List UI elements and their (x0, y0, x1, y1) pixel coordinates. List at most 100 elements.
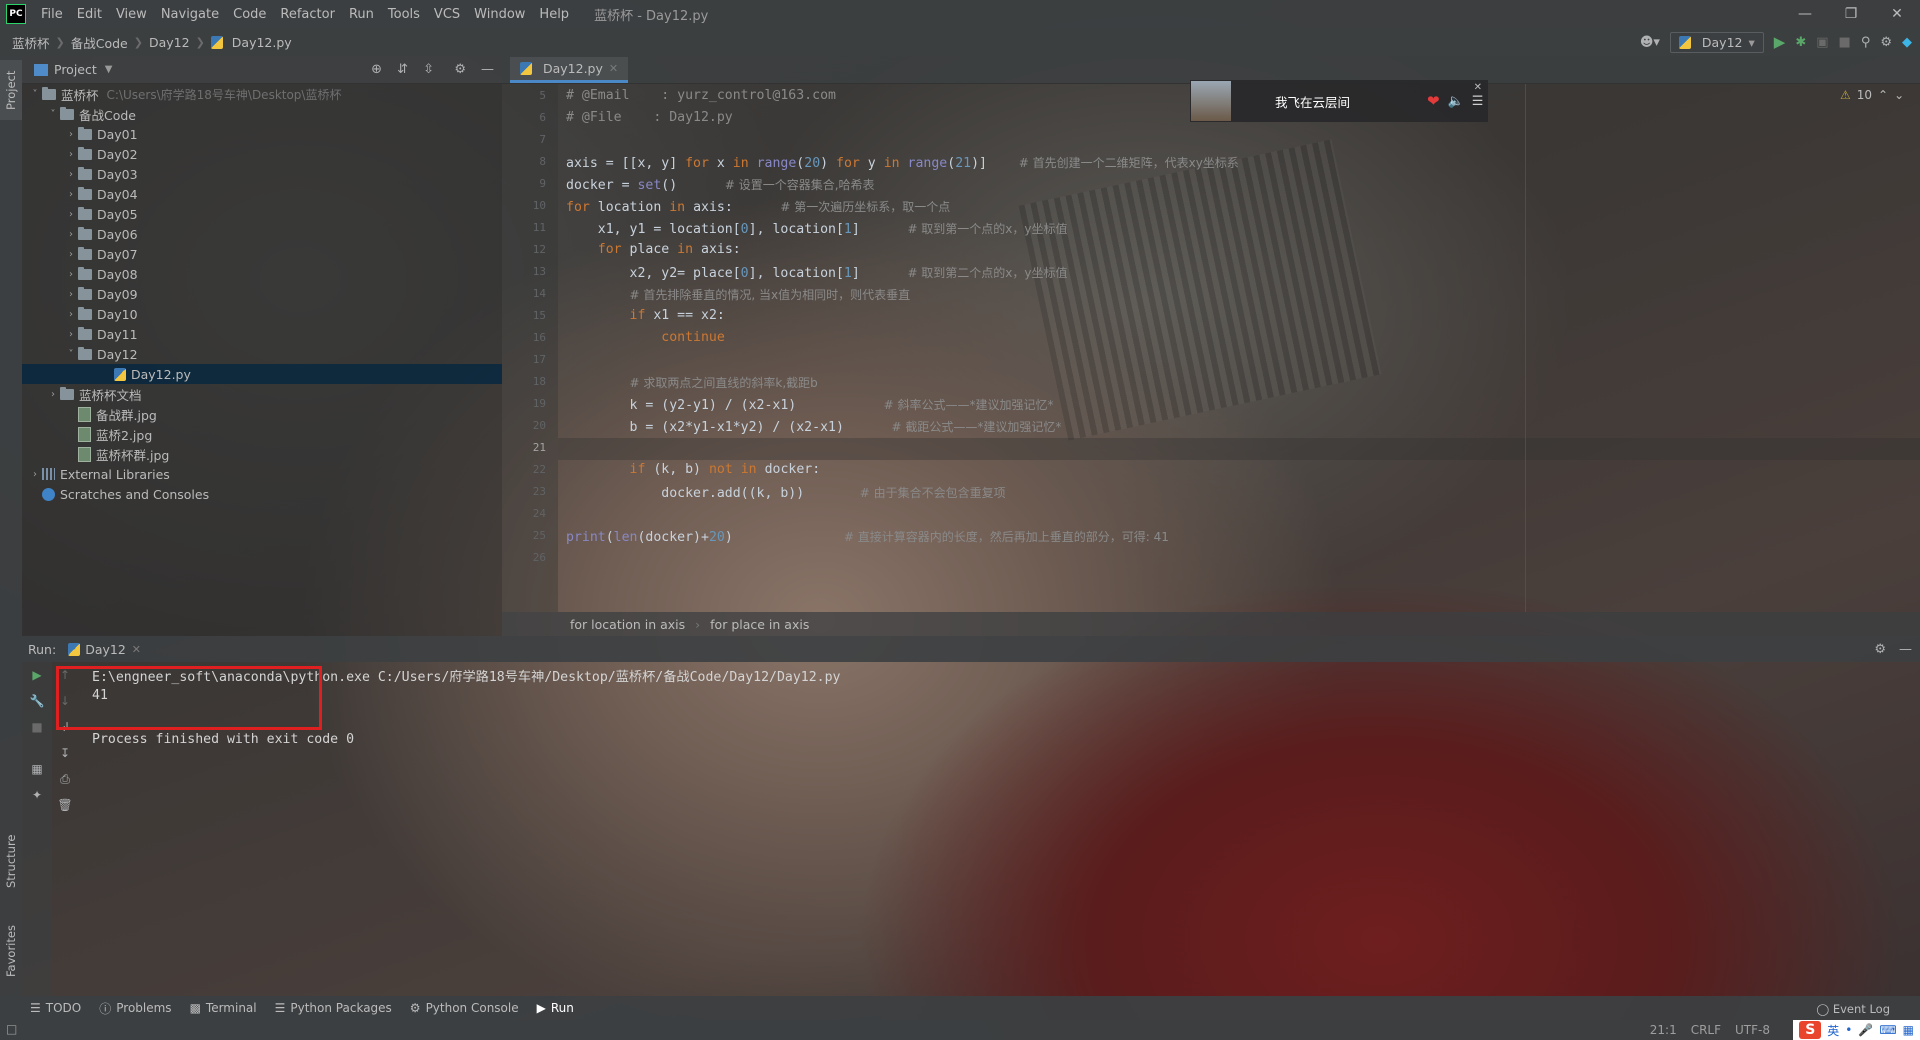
print-icon[interactable]: ⎙ (58, 772, 72, 786)
tree-item[interactable]: 蓝桥2.jpg (22, 424, 502, 444)
run-tool-tab[interactable]: ▶ Run (537, 1001, 574, 1015)
python-packages-tool-tab[interactable]: ☰ Python Packages (275, 1001, 392, 1015)
run-console-output[interactable]: E:\engneer_soft\anaconda\python.exe C:/U… (80, 662, 1920, 996)
gear-icon[interactable]: ⚙ (1874, 642, 1886, 657)
rerun-icon[interactable]: ▶ (30, 668, 44, 682)
chevron-right-icon[interactable]: › (64, 309, 78, 320)
tree-item[interactable]: › External Libraries (22, 464, 502, 484)
album-art-image[interactable] (1191, 81, 1231, 121)
chevron-right-icon[interactable]: › (64, 269, 78, 280)
tree-item[interactable]: › Day01 (22, 124, 502, 144)
layout-icon[interactable]: ▦ (30, 762, 44, 776)
menu-file[interactable]: File (34, 7, 70, 22)
hide-panel-icon[interactable]: — (481, 62, 494, 77)
chevron-right-icon[interactable]: › (46, 389, 60, 400)
favorites-tool-tab[interactable]: Favorites (0, 916, 22, 986)
grid-icon[interactable]: ▦ (1903, 1023, 1914, 1037)
chevron-right-icon[interactable]: › (64, 129, 78, 140)
chevron-right-icon[interactable]: › (64, 149, 78, 160)
collapse-all-icon[interactable]: ⇳ (423, 62, 434, 77)
chevron-right-icon[interactable]: › (28, 469, 42, 480)
python-console-tool-tab[interactable]: ⚙ Python Console (410, 1001, 519, 1015)
caret-position[interactable]: 21:1 (1650, 1023, 1677, 1037)
hide-panel-icon[interactable]: — (1899, 642, 1912, 657)
code-editor[interactable]: # @Email : yurz_control@163.com # @File :… (558, 84, 1920, 612)
tree-item[interactable]: › 蓝桥杯文档 (22, 384, 502, 404)
chevron-down-icon[interactable]: ˅ (64, 349, 78, 360)
tree-item[interactable]: › Day06 (22, 224, 502, 244)
volume-icon[interactable]: 🔈 (1448, 94, 1464, 109)
wrench-icon[interactable]: 🔧 (30, 694, 45, 708)
user-icon[interactable]: ☻▾ (1640, 35, 1660, 50)
pin-icon[interactable]: ✦ (30, 788, 44, 802)
chevron-down-icon[interactable]: ˅ (28, 89, 42, 100)
chevron-right-icon[interactable]: › (64, 189, 78, 200)
playlist-icon[interactable]: ☰ (1472, 94, 1484, 109)
todo-tool-tab[interactable]: ☰ TODO (30, 1001, 81, 1015)
crumb-subfolder[interactable]: Day12 (145, 35, 194, 50)
tree-item[interactable]: ˅ 蓝桥杯 C:\Users\府学路18号车神\Desktop\蓝桥杯 (22, 84, 502, 104)
restore-icon[interactable]: ❐ (1828, 0, 1874, 28)
breadcrumb-outer-loop[interactable]: for location in axis (570, 617, 685, 632)
debug-icon[interactable]: ✱ (1795, 35, 1806, 50)
menu-code[interactable]: Code (226, 7, 273, 22)
structure-tool-tab[interactable]: Structure (0, 826, 22, 896)
gear-icon[interactable]: ⚙ (1880, 35, 1892, 50)
tree-item[interactable]: › Day03 (22, 164, 502, 184)
menu-navigate[interactable]: Navigate (154, 7, 226, 22)
tree-item[interactable]: Scratches and Consoles (22, 484, 502, 504)
menu-refactor[interactable]: Refactor (273, 7, 342, 22)
close-tab-icon[interactable]: ✕ (609, 62, 618, 75)
project-view-selector[interactable]: Project (54, 62, 97, 77)
menu-help[interactable]: Help (532, 7, 576, 22)
tree-item[interactable]: › Day08 (22, 264, 502, 284)
tree-item[interactable]: › Day11 (22, 324, 502, 344)
tree-item[interactable]: › Day04 (22, 184, 502, 204)
terminal-tool-tab[interactable]: ▩ Terminal (190, 1001, 257, 1015)
chevron-right-icon[interactable]: › (64, 169, 78, 180)
tree-item[interactable]: 蓝桥杯群.jpg (22, 444, 502, 464)
menu-edit[interactable]: Edit (70, 7, 109, 22)
tree-item[interactable]: Day12.py (22, 364, 502, 384)
tree-item[interactable]: › Day02 (22, 144, 502, 164)
line-separator[interactable]: CRLF (1691, 1023, 1721, 1037)
run-config-selector[interactable]: Day12 ▾ (1669, 31, 1764, 53)
menu-vcs[interactable]: VCS (427, 7, 467, 22)
run-icon[interactable]: ▶ (1774, 33, 1786, 51)
tree-item[interactable]: › Day07 (22, 244, 502, 264)
stop-icon[interactable]: ■ (30, 720, 44, 734)
gear-icon[interactable]: ⚙ (454, 62, 466, 77)
keyboard-icon[interactable]: ⌨ (1879, 1023, 1896, 1037)
chevron-right-icon[interactable]: › (64, 289, 78, 300)
breadcrumb-inner-loop[interactable]: for place in axis (710, 617, 809, 632)
project-tool-tab[interactable]: Project (0, 60, 22, 120)
menu-tools[interactable]: Tools (381, 7, 427, 22)
chevron-up-icon[interactable]: ⌃ (1878, 88, 1888, 102)
run-tab-day12[interactable]: Day12 (85, 642, 126, 657)
close-tab-icon[interactable]: ✕ (132, 643, 141, 656)
search-icon[interactable]: ⚲ (1861, 35, 1871, 50)
file-encoding[interactable]: UTF-8 (1735, 1023, 1770, 1037)
close-icon[interactable]: ✕ (1474, 82, 1482, 93)
menu-run[interactable]: Run (342, 7, 381, 22)
microphone-icon[interactable]: 🎤 (1858, 1023, 1873, 1037)
tree-item[interactable]: › Day10 (22, 304, 502, 324)
scroll-to-end-icon[interactable]: ↧ (58, 746, 72, 760)
panel-toggle-icon[interactable]: □ (6, 1022, 17, 1036)
chevron-down-icon[interactable]: ⌄ (1894, 88, 1904, 102)
inspection-widget[interactable]: ⚠ 10 ⌃ ⌄ (1840, 88, 1904, 102)
crumb-file[interactable]: Day12.py (228, 35, 296, 50)
punctuation-icon[interactable]: • (1845, 1023, 1852, 1037)
ime-toolbar[interactable]: S 英 • 🎤 ⌨ ▦ (1793, 1020, 1920, 1040)
tree-item[interactable]: › Day09 (22, 284, 502, 304)
chevron-right-icon[interactable]: › (64, 249, 78, 260)
heart-icon[interactable]: ❤ (1427, 92, 1440, 110)
chevron-right-icon[interactable]: › (64, 209, 78, 220)
tree-item[interactable]: › Day05 (22, 204, 502, 224)
chevron-down-icon[interactable]: ˅ (46, 109, 60, 120)
tree-item[interactable]: ˅ Day12 (22, 344, 502, 364)
close-icon[interactable]: ✕ (1874, 0, 1920, 28)
minimize-icon[interactable]: — (1782, 0, 1828, 28)
crumb-folder[interactable]: 备战Code (67, 33, 132, 52)
tree-item[interactable]: ˅ 备战Code (22, 104, 502, 124)
